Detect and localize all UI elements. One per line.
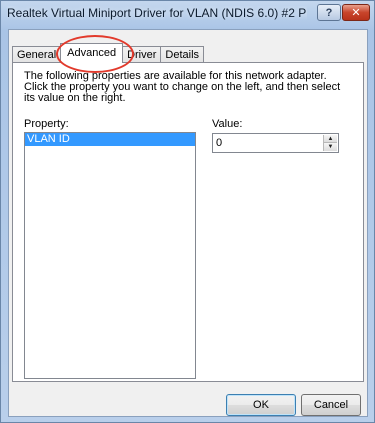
tab-details[interactable]: Details bbox=[160, 46, 205, 63]
tab-strip: General Advanced Driver Details bbox=[12, 43, 205, 63]
property-label: Property: bbox=[24, 118, 69, 130]
value-spinbox[interactable]: ▲ ▼ bbox=[212, 133, 339, 153]
list-item[interactable]: VLAN ID bbox=[25, 133, 195, 146]
close-button[interactable]: ✕ bbox=[342, 4, 370, 21]
panel-description: The following properties are available f… bbox=[24, 70, 341, 104]
help-button[interactable]: ? bbox=[317, 4, 341, 21]
advanced-tab-panel: The following properties are available f… bbox=[12, 62, 364, 382]
ok-button[interactable]: OK bbox=[226, 394, 296, 416]
value-input[interactable] bbox=[216, 137, 316, 149]
spin-up-icon[interactable]: ▲ bbox=[324, 135, 337, 143]
tab-driver[interactable]: Driver bbox=[122, 46, 162, 63]
tab-advanced[interactable]: Advanced bbox=[60, 43, 124, 63]
spin-buttons: ▲ ▼ bbox=[323, 135, 337, 151]
title-bar[interactable]: Realtek Virtual Miniport Driver for VLAN… bbox=[1, 1, 374, 25]
spin-down-icon[interactable]: ▼ bbox=[324, 143, 337, 151]
tab-general[interactable]: General bbox=[12, 46, 62, 63]
dialog-buttons: OK Cancel bbox=[9, 394, 369, 418]
close-icon: ✕ bbox=[351, 7, 361, 19]
window-title: Realtek Virtual Miniport Driver for VLAN… bbox=[7, 6, 307, 20]
properties-dialog: Realtek Virtual Miniport Driver for VLAN… bbox=[0, 0, 375, 423]
dialog-client-area: General Advanced Driver Details The foll… bbox=[8, 29, 368, 417]
value-label: Value: bbox=[212, 118, 243, 130]
help-icon: ? bbox=[325, 6, 333, 19]
cancel-button[interactable]: Cancel bbox=[301, 394, 361, 416]
property-listbox[interactable]: VLAN ID bbox=[24, 132, 196, 379]
